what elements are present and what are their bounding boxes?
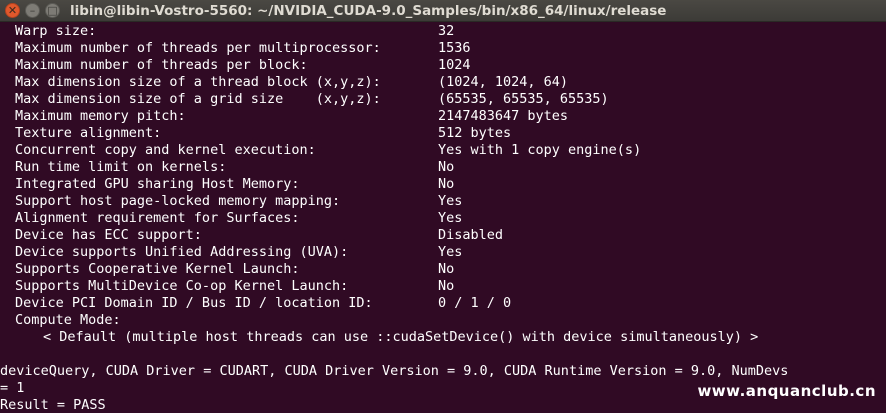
window-title: libin@libin-Vostro-5560: ~/NVIDIA_CUDA-9… (70, 3, 667, 19)
minimize-button[interactable]: – (25, 3, 40, 18)
property-value: No (438, 176, 455, 192)
maximize-button[interactable]: □ (45, 3, 60, 18)
property-label: Concurrent copy and kernel execution: (15, 142, 316, 158)
property-value: Yes (438, 210, 463, 226)
property-label: Support host page-locked memory mapping: (15, 193, 341, 209)
property-label: Maximum memory pitch: (15, 108, 186, 124)
property-label: Supports Cooperative Kernel Launch: (15, 261, 300, 277)
property-value: 2147483647 bytes (438, 108, 569, 124)
property-label: Maximum number of threads per multiproce… (15, 40, 381, 56)
terminal-window: ✕ – □ libin@libin-Vostro-5560: ~/NVIDIA_… (0, 0, 886, 413)
property-value: 512 bytes (438, 125, 512, 141)
close-icon: ✕ (7, 4, 18, 17)
summary-line: deviceQuery, CUDA Driver = CUDART, CUDA … (0, 363, 789, 379)
terminal-output[interactable]: Warp size: 32 Maximum number of threads pe… (0, 22, 886, 413)
property-label: Max dimension size of a grid size (x,y,z… (15, 91, 381, 107)
maximize-icon: □ (47, 4, 58, 17)
property-label: Texture alignment: (15, 125, 162, 141)
property-label: Run time limit on kernels: (15, 159, 227, 175)
property-value: Yes with 1 copy engine(s) (438, 142, 642, 158)
summary-line-continued: = 1 (0, 380, 25, 396)
property-value: No (438, 159, 455, 175)
property-label: Device supports Unified Addressing (UVA)… (15, 244, 349, 260)
property-value: (1024, 1024, 64) (438, 74, 569, 90)
property-label: Integrated GPU sharing Host Memory: (15, 176, 300, 192)
property-value: No (438, 261, 455, 277)
property-value: Disabled (438, 227, 504, 243)
compute-mode-label: Compute Mode: (15, 312, 121, 328)
property-value: 32 (438, 23, 455, 39)
property-value: 1536 (438, 40, 471, 56)
minimize-icon: – (29, 4, 36, 17)
property-value: Yes (438, 193, 463, 209)
property-label: Device has ECC support: (15, 227, 202, 243)
property-value: No (438, 278, 455, 294)
result-line: Result = PASS (0, 397, 106, 413)
title-bar: ✕ – □ libin@libin-Vostro-5560: ~/NVIDIA_… (0, 0, 886, 22)
property-label: Device PCI Domain ID / Bus ID / location… (15, 295, 373, 311)
property-label: Warp size: (15, 23, 97, 39)
property-value: 1024 (438, 57, 471, 73)
property-value: 0 / 1 / 0 (438, 295, 512, 311)
property-value: (65535, 65535, 65535) (438, 91, 609, 107)
property-label: Alignment requirement for Surfaces: (15, 210, 300, 226)
watermark: www.anquanclub.cn (697, 382, 876, 400)
property-label: Max dimension size of a thread block (x,… (15, 74, 381, 90)
property-label: Supports MultiDevice Co-op Kernel Launch… (15, 278, 349, 294)
property-value: Yes (438, 244, 463, 260)
close-button[interactable]: ✕ (5, 3, 20, 18)
compute-mode-value: < Default (multiple host threads can use… (43, 329, 759, 345)
property-label: Maximum number of threads per block: (15, 57, 308, 73)
